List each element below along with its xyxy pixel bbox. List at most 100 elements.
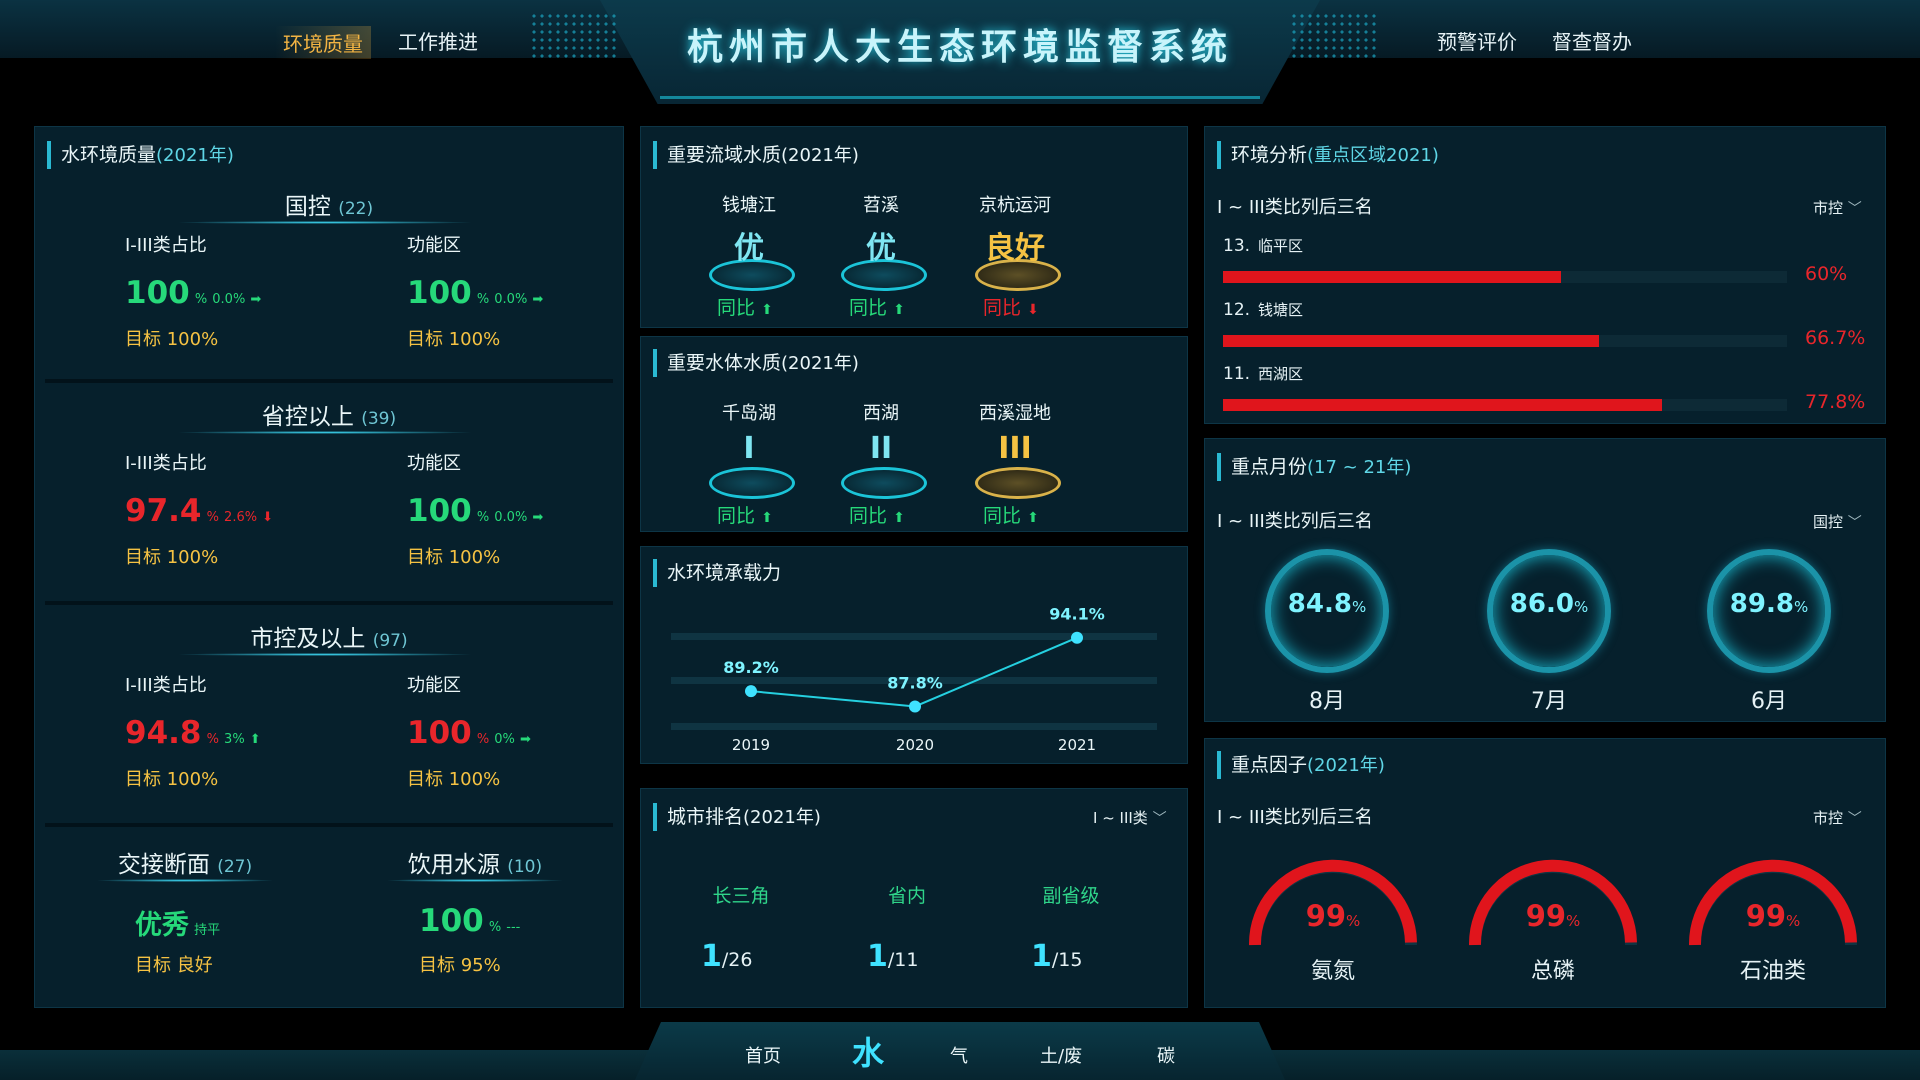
basin-grade: 优 [734,231,764,266]
gauge-unit: % [1566,912,1581,930]
basin-name: 钱塘江 [722,195,776,216]
city-rank-panel: 城市排名(2021年) I ~ III类 ﹀ 长三角 1/26 省内 1/11 副省级 1… [640,788,1188,1008]
ring-value: 84.8% [1265,589,1389,619]
basin-yoy: 同比 ⬇ [983,293,1039,320]
section-title: 市控及以上 (97) [250,626,408,652]
section-bottom: 交接断面 (27) 优秀 持平 目标 良好 饮用水源 (10) 100 % --… [35,845,623,995]
section-glow [385,879,565,882]
factor-name: 氨氮 [1310,959,1355,984]
basin-name: 京杭运河 [979,195,1051,216]
waterbody-title: 重要水体水质(2021年) [653,349,859,377]
arrow-down-icon: ⬇ [1027,302,1039,318]
gauge-value: 99% [1683,899,1863,933]
chevron-down-icon: ﹀ [1847,515,1862,531]
trend-right-icon: ➡ [519,732,531,747]
waterbody-yoy: 同比 ⬆ [717,501,773,528]
rank-category: 副省级 [1042,885,1100,907]
series-line [750,636,1078,708]
nav-water[interactable]: 水 [852,1028,884,1074]
waterbody-name: 千岛湖 [722,403,776,424]
key-month-filter[interactable]: 国控 ﹀ [1813,511,1862,532]
bar-fill [1223,399,1662,411]
ratio-target: 目标 100% [125,547,219,568]
key-factor-filter[interactable]: 市控 ﹀ [1813,807,1862,828]
rank-number: 13. [1223,236,1251,256]
rank-number: 1 [701,939,722,974]
page-title: 杭州市人大生态环境监督系统 [686,27,1233,68]
rank-number: 1 [1031,939,1052,974]
waterbody-name: 西湖 [863,403,899,424]
function-zone-value: 100 % 0% ➡ [407,715,531,751]
basin-title: 重要流域水质(2021年) [653,141,859,169]
bar-row-label: 12. 钱塘区 [1223,299,1303,320]
env-analysis-filter[interactable]: 市控 ﹀ [1813,197,1862,218]
ring-unit: % [1793,598,1809,616]
tab-warning-eval[interactable]: 预警评价 [1437,26,1517,55]
waterbody-grade: III [998,431,1032,466]
drinking-water-value: 100 % --- [419,903,521,939]
arrow-up-icon: ⬆ [761,302,773,318]
section-title-cross: 交接断面 (27) [117,852,253,878]
function-zone-label: 功能区 [407,453,461,474]
section-glow [175,653,475,656]
x-tick-label: 2019 [732,736,770,754]
district-name: 临平区 [1258,237,1304,255]
waterbody-grade: II [869,431,893,466]
water-env-panel: 水环境质量(2021年) 国控 (22) I-III类占比 100 % 0.0%… [34,126,624,1008]
nav-carbon[interactable]: 碳 [1157,1042,1175,1068]
gauge-unit: % [1346,912,1361,930]
divider [45,601,613,605]
rank-total: /15 [1051,949,1083,971]
bar-track [1223,335,1787,347]
arrow-up-icon: ⬆ [761,510,773,526]
city-rank-filter[interactable]: I ~ III类 ﹀ [1093,807,1167,828]
tab-work-progress[interactable]: 工作推进 [398,26,478,55]
key-month-title: 重点月份(17 ~ 21年) [1217,453,1411,481]
ratio-value: 97.4 % 2.6% ⬇ [125,493,274,529]
ratio-value: 100 % 0.0% ➡ [125,275,262,311]
yoy-label: 同比 [849,297,888,319]
data-point[interactable] [745,685,757,698]
bar-value-label: 60% [1805,263,1848,285]
data-point[interactable] [909,700,921,713]
gauge-unit: % [1786,912,1801,930]
nav-home[interactable]: 首页 [745,1042,781,1068]
header-accent-line [660,96,1260,99]
month-label: 6月 [1751,689,1787,714]
function-zone-target: 目标 100% [407,329,501,350]
data-label: 89.2% [723,658,779,677]
key-factor-panel: 重点因子(2021年) I ~ III类比列后三名 市控 ﹀ 99% 氨氮 99% 总… [1204,738,1886,1008]
bar-row-label: 13. 临平区 [1223,235,1303,256]
env-analysis-title: 环境分析(重点区域2021) [1217,141,1439,169]
basin-grade: 良好 [985,231,1045,266]
basin-panel: 重要流域水质(2021年) 钱塘江优同比 ⬆ 苕溪优同比 ⬆ 京杭运河 良好 同比 ⬇ [640,126,1188,328]
section-national: 国控 (22) I-III类占比 100 % 0.0% ➡ 目标 100% 功能… [35,187,623,407]
env-analysis-subtitle: I ~ III类比列后三名 [1217,197,1373,218]
factor-name: 总磷 [1530,959,1575,984]
arrow-up-icon: ⬆ [893,302,905,318]
key-month-subtitle: I ~ III类比列后三名 [1217,511,1373,532]
gauge-number: 99 [1745,899,1787,933]
divider [45,379,613,383]
grade-pedestal [975,467,1061,499]
nav-soil-waste[interactable]: 土/废 [1040,1042,1082,1068]
arrow-up-icon: ⬆ [893,510,905,526]
district-name: 钱塘区 [1258,301,1304,319]
ratio-target: 目标 100% [125,329,219,350]
x-tick-label: 2020 [896,736,934,754]
rank-category: 省内 [887,885,926,907]
function-zone-target: 目标 100% [407,547,501,568]
section-glow [95,879,275,882]
divider [45,823,613,827]
ratio-label: I-III类占比 [125,453,207,474]
tab-supervision[interactable]: 督查督办 [1552,26,1632,55]
data-point[interactable] [1071,631,1083,644]
rank-total: /11 [887,949,919,971]
water-env-title: 水环境质量(2021年) [47,141,234,169]
grid-band [671,633,1157,640]
tab-env-quality[interactable]: 环境质量 [275,26,371,59]
ring-unit: % [1573,598,1589,616]
grade-pedestal [841,467,927,499]
nav-air[interactable]: 气 [950,1042,968,1068]
ratio-label: I-III类占比 [125,235,207,256]
